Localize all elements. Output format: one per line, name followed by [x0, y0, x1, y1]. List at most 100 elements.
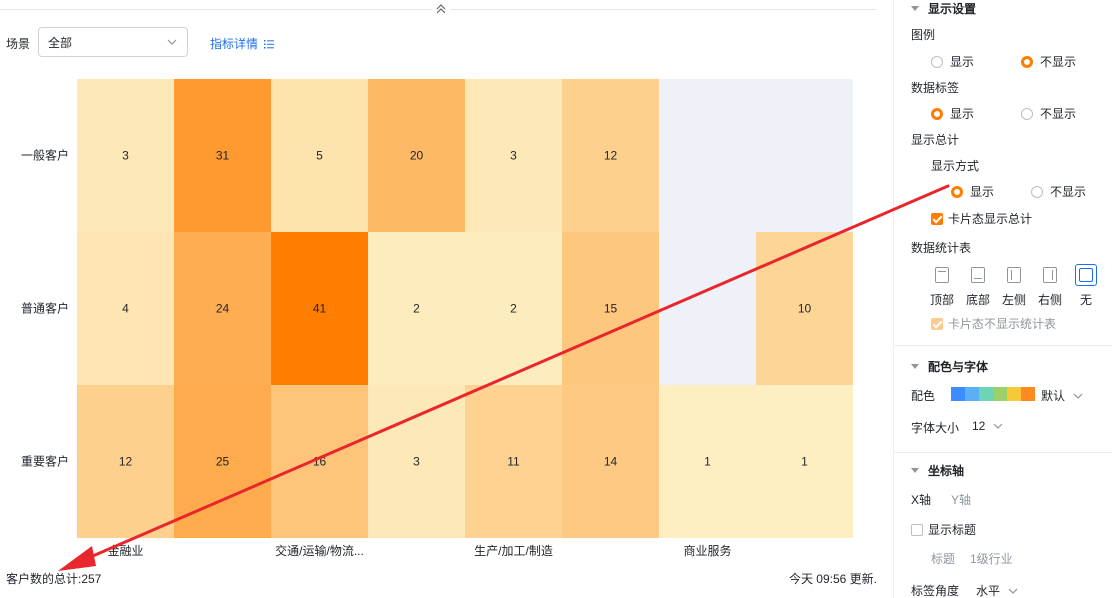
palette-color-swatch — [1007, 387, 1021, 401]
stats-position-none[interactable]: 无 — [1068, 264, 1104, 308]
heatmap-data-label: 12 — [119, 455, 133, 469]
x-tick-label: 生产/加工/制造 — [474, 544, 553, 558]
tick-angle-label: 标签角度 — [911, 584, 960, 598]
heatmap-data-label: 16 — [313, 455, 327, 469]
layout-right-icon — [1039, 264, 1061, 286]
checkbox-checked-icon — [931, 317, 943, 330]
checkbox-icon — [911, 523, 923, 536]
radio-checked-icon — [931, 107, 943, 120]
legend-show-radio[interactable]: 显示 — [931, 53, 974, 70]
card-no-stats-checkbox[interactable]: 卡片态不显示统计表 — [931, 315, 1056, 332]
y-tick-label: 普通客户 — [21, 301, 69, 316]
heatmap-data-label: 1 — [801, 455, 808, 469]
show-title-checkbox[interactable]: 显示标题 — [911, 521, 976, 538]
collapse-triangle-icon — [911, 364, 919, 369]
checkbox-label: 显示标题 — [928, 523, 977, 537]
card-total-checkbox[interactable]: 卡片态显示总计 — [931, 210, 1032, 227]
axis-header[interactable]: 坐标轴 — [911, 462, 964, 479]
heatmap-cell — [756, 79, 853, 232]
heatmap-data-label: 2 — [413, 302, 420, 316]
title-input[interactable]: 1级行业 — [970, 550, 1013, 567]
radio-icon — [931, 55, 943, 68]
heatmap-data-label: 1 — [704, 455, 711, 469]
total-hide-radio[interactable]: 不显示 — [1031, 183, 1086, 200]
palette-color-swatch — [993, 387, 1007, 401]
chevron-down-icon — [1008, 588, 1018, 594]
heatmap-data-label: 12 — [604, 149, 618, 163]
divider — [894, 452, 1112, 453]
radio-icon — [1021, 107, 1033, 120]
color-palette-swatch[interactable] — [951, 387, 1035, 401]
checkbox-checked-icon — [931, 212, 943, 225]
y-tick-label: 一般客户 — [21, 148, 69, 163]
radio-label: 不显示 — [1040, 107, 1077, 121]
checkbox-label: 卡片态显示总计 — [948, 212, 1033, 226]
x-tick-label: 商业服务 — [683, 543, 731, 558]
display-settings-header[interactable]: 显示设置 — [911, 0, 976, 17]
layout-left-icon — [1003, 264, 1025, 286]
stats-position-top[interactable]: 顶部 — [924, 264, 960, 308]
heatmap-data-label: 20 — [410, 149, 424, 163]
collapse-triangle-icon — [911, 468, 919, 473]
tick-angle-dropdown[interactable]: 水平 — [976, 582, 1018, 598]
datalabel-label: 数据标签 — [911, 81, 960, 95]
palette-color-swatch — [951, 387, 965, 401]
color-label: 配色 — [911, 389, 936, 403]
color-font-header[interactable]: 配色与字体 — [911, 358, 988, 375]
heatmap-data-label: 31 — [216, 149, 230, 163]
heatmap-data-label: 15 — [604, 302, 618, 316]
heatmap-data-label: 3 — [510, 149, 517, 163]
display-settings-title: 显示设置 — [928, 2, 977, 16]
layout-none-icon — [1075, 264, 1097, 286]
color-font-title: 配色与字体 — [928, 360, 989, 374]
heatmap-data-label: 25 — [216, 455, 230, 469]
checkbox-label: 卡片态不显示统计表 — [948, 317, 1057, 331]
y-tick-label: 重要客户 — [21, 454, 69, 469]
palette-color-swatch — [1021, 387, 1035, 401]
heatmap-data-label: 4 — [122, 302, 129, 316]
position-label: 右侧 — [1037, 293, 1062, 307]
chevron-down-icon — [993, 423, 1003, 429]
font-size-value: 12 — [972, 419, 986, 433]
stats-position-right[interactable]: 右侧 — [1032, 264, 1068, 308]
radio-label: 不显示 — [1040, 55, 1077, 69]
heatmap-data-label: 14 — [604, 455, 618, 469]
stats-position-left[interactable]: 左侧 — [996, 264, 1032, 308]
color-scheme-value: 默认 — [1041, 389, 1066, 403]
total-label: 显示总计 — [911, 133, 960, 147]
datalabel-show-radio[interactable]: 显示 — [931, 105, 974, 122]
total-mode-label: 显示方式 — [931, 159, 980, 173]
title-label: 标题 — [931, 552, 956, 566]
color-scheme-dropdown[interactable]: 默认 — [1041, 387, 1083, 404]
radio-checked-icon — [951, 185, 963, 198]
position-label: 顶部 — [929, 293, 954, 307]
radio-label: 显示 — [950, 107, 975, 121]
x-tick-label: 金融业 — [107, 543, 143, 558]
palette-color-swatch — [979, 387, 993, 401]
legend-hide-radio[interactable]: 不显示 — [1021, 53, 1076, 70]
layout-bottom-icon — [967, 264, 989, 286]
total-summary: 客户数的总计:257 — [6, 572, 102, 586]
collapse-triangle-icon — [911, 6, 919, 11]
heatmap-data-label: 11 — [507, 455, 520, 469]
settings-panel: 显示设置 图例 显示 不显示 数据标签 显示 不显示 显示总计 显示方式 显示 … — [893, 0, 1112, 598]
stats-table-label: 数据统计表 — [911, 241, 972, 255]
heatmap-data-label: 41 — [313, 302, 327, 316]
tab-x-axis[interactable]: X轴 — [911, 491, 931, 508]
tab-y-axis[interactable]: Y轴 — [951, 491, 971, 508]
chevron-down-icon — [1073, 393, 1083, 399]
datalabel-hide-radio[interactable]: 不显示 — [1021, 105, 1076, 122]
total-show-radio[interactable]: 显示 — [951, 183, 994, 200]
divider — [894, 345, 1112, 346]
position-label: 底部 — [965, 293, 990, 307]
font-size-dropdown[interactable]: 12 — [972, 419, 1003, 433]
heatmap-data-label: 24 — [216, 302, 230, 316]
chart-area: 场景 全部 指标详情 3 31 5 20 3 12 4 24 41 2 2 15 10 12 25 16 3 11… — [0, 0, 893, 598]
legend-label: 图例 — [911, 28, 936, 42]
stats-position-bottom[interactable]: 底部 — [960, 264, 996, 308]
heatmap-data-label: 3 — [122, 149, 129, 163]
heatmap-data-label: 3 — [413, 455, 420, 469]
radio-checked-icon — [1021, 55, 1033, 68]
layout-top-icon — [931, 264, 953, 286]
heatmap-data-label: 5 — [316, 149, 323, 163]
